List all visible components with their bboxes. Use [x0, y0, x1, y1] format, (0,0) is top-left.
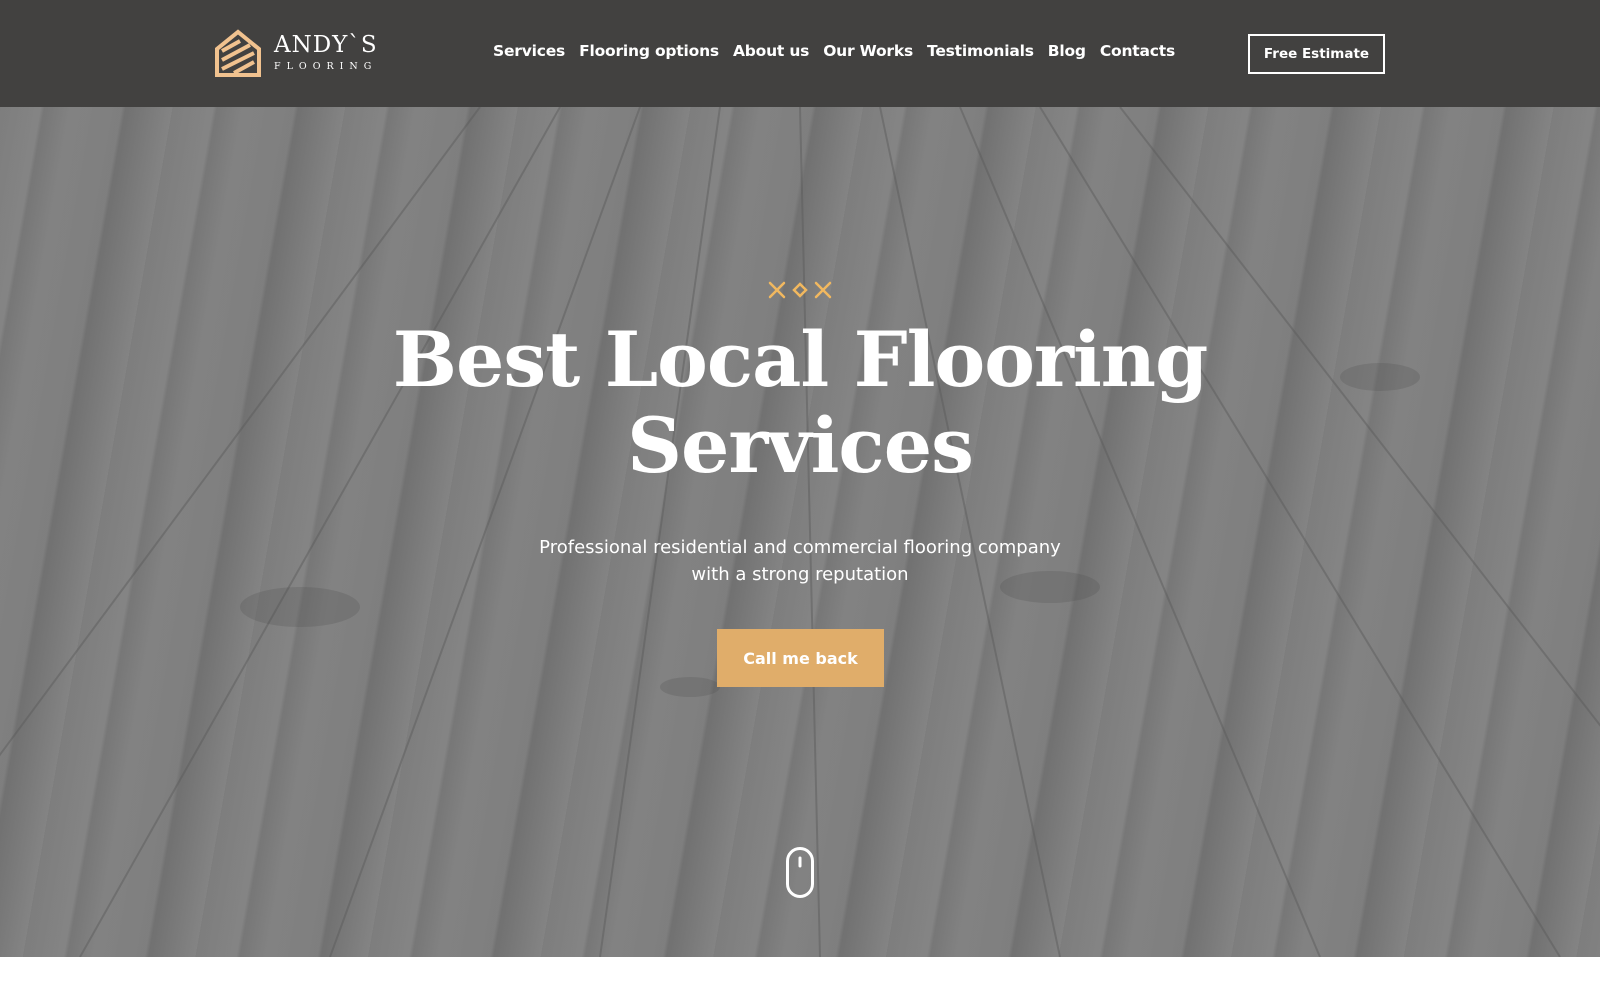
- logo-name: ANDY`S: [274, 32, 378, 59]
- ornament-icon: [768, 281, 832, 299]
- hero-subtitle-line2: with a strong reputation: [691, 564, 909, 585]
- house-logo-icon: [215, 29, 261, 77]
- nav-contacts[interactable]: Contacts: [1100, 42, 1175, 60]
- logo-text: ANDY`S FLOORING: [274, 34, 378, 72]
- main-nav: Services Flooring options About us Our W…: [493, 42, 1189, 60]
- hero-subtitle-line1: Professional residential and commercial …: [539, 537, 1061, 558]
- nav-our-works[interactable]: Our Works: [823, 42, 913, 60]
- hero-section: Best Local Flooring Services Professiona…: [0, 107, 1600, 957]
- logo-subtitle: FLOORING: [274, 61, 378, 73]
- nav-testimonials[interactable]: Testimonials: [927, 42, 1034, 60]
- hero-title-line2: Services: [627, 401, 974, 490]
- nav-about-us[interactable]: About us: [733, 42, 809, 60]
- mouse-scroll-icon[interactable]: [786, 847, 814, 898]
- wood-floor-background: [0, 107, 1600, 957]
- call-me-back-button[interactable]: Call me back: [717, 629, 884, 687]
- nav-blog[interactable]: Blog: [1048, 42, 1086, 60]
- nav-flooring-options[interactable]: Flooring options: [579, 42, 719, 60]
- logo[interactable]: ANDY`S FLOORING: [214, 29, 378, 77]
- site-header: ANDY`S FLOORING Services Flooring option…: [0, 0, 1600, 107]
- free-estimate-button[interactable]: Free Estimate: [1248, 34, 1385, 74]
- nav-services[interactable]: Services: [493, 42, 565, 60]
- hero-title-line1: Best Local Flooring: [392, 315, 1208, 404]
- hero-subtitle: Professional residential and commercial …: [0, 534, 1600, 588]
- hero-title: Best Local Flooring Services: [0, 317, 1600, 489]
